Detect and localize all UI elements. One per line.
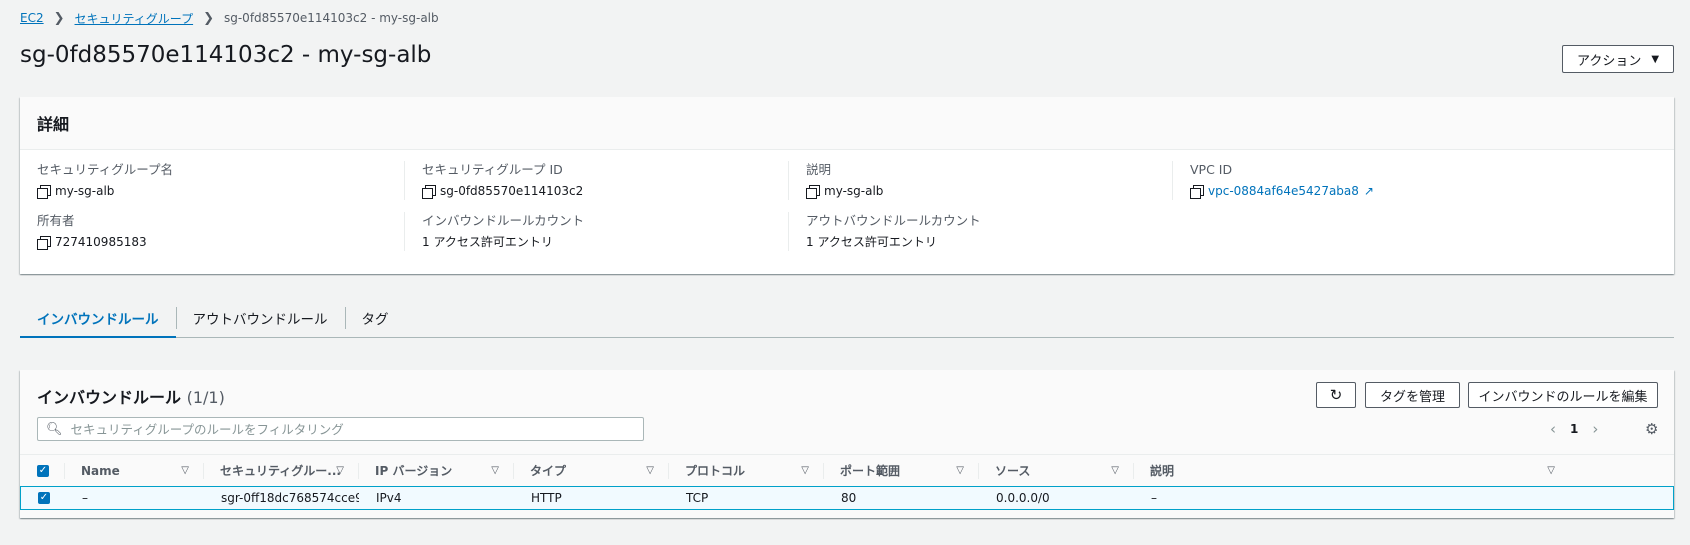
checkbox-checked-icon[interactable]: ✓	[37, 464, 49, 477]
details-header: 詳細	[20, 97, 1674, 150]
column-header-label: ソース	[995, 464, 1031, 478]
caret-down-icon: ▼	[1651, 53, 1660, 65]
copy-icon[interactable]	[37, 235, 51, 250]
tab-inbound-rules[interactable]: インバウンドルール	[20, 298, 176, 338]
inbound-rules-panel: インバウンドルール (1/1) ↻ タグを管理 インバウンドのルールを編集 🔍︎…	[20, 370, 1674, 518]
column-header-port-range[interactable]: ポート範囲 ▽	[823, 455, 978, 487]
column-header-name[interactable]: Name ▽	[64, 455, 203, 487]
row-select-cell: ✓	[21, 487, 65, 509]
chevron-left-icon[interactable]: ‹	[1550, 420, 1556, 438]
cell-source: 0.0.0.0/0	[996, 491, 1050, 505]
breadcrumb-security-groups-link[interactable]: セキュリティグループ	[75, 10, 194, 27]
cell-type: HTTP	[531, 491, 562, 505]
column-header-label: プロトコル	[685, 464, 746, 478]
description-label: 説明	[806, 162, 832, 177]
owner-value: 727410985183	[55, 235, 147, 249]
chevron-right-icon: ❯	[203, 10, 214, 26]
details-panel: 詳細 セキュリティグループ名 my-sg-alb セキュリティグループ ID s…	[20, 97, 1674, 274]
cell-description: –	[1151, 491, 1157, 505]
breadcrumb-ec2-link[interactable]: EC2	[20, 11, 44, 25]
column-header-ip-version[interactable]: IP バージョン ▽	[358, 455, 513, 487]
column-header-label: IP バージョン	[375, 464, 453, 478]
owner-label: 所有者	[37, 213, 75, 228]
rules-filter: 🔍︎	[37, 417, 644, 441]
sg-name-value: my-sg-alb	[55, 184, 115, 198]
breadcrumb: EC2 ❯ セキュリティグループ ❯ sg-0fd85570e114103c2 …	[20, 8, 439, 28]
sg-id-field: セキュリティグループ ID sg-0fd85570e114103c2	[404, 161, 794, 200]
copy-icon[interactable]	[806, 184, 820, 199]
column-header-protocol[interactable]: プロトコル ▽	[668, 455, 823, 487]
sg-name-label: セキュリティグループ名	[37, 162, 174, 177]
cell-protocol: TCP	[686, 491, 709, 505]
copy-icon[interactable]	[37, 184, 51, 199]
outbound-count-label: アウトバウンドルールカウント	[806, 213, 981, 228]
pagination: ‹ 1 ›	[1550, 420, 1598, 438]
rules-count: (1/1)	[186, 388, 225, 407]
column-header-label: Name	[81, 463, 120, 478]
copy-icon[interactable]	[1190, 184, 1204, 199]
rules-tabs: インバウンドルール アウトバウンドルール タグ	[20, 298, 1674, 338]
select-all-cell: ✓	[20, 455, 64, 487]
chevron-right-icon[interactable]: ›	[1592, 420, 1598, 438]
sg-id-value: sg-0fd85570e114103c2	[440, 184, 584, 198]
page-title: sg-0fd85570e114103c2 - my-sg-alb	[20, 42, 432, 68]
inbound-count-label: インバウンドルールカウント	[422, 213, 585, 228]
sort-icon: ▽	[336, 465, 344, 476]
edit-inbound-rules-button[interactable]: インバウンドのルールを編集	[1468, 382, 1658, 408]
column-header-label: タイプ	[530, 464, 567, 478]
column-header-rule-id[interactable]: セキュリティグルー... ▽	[203, 455, 358, 487]
filter-input[interactable]	[70, 421, 631, 437]
column-header-label: セキュリティグルー...	[220, 464, 341, 478]
settings-icon[interactable]: ⚙︎	[1645, 420, 1658, 438]
vpc-id-link[interactable]: vpc-0884af64e5427aba8	[1208, 182, 1359, 200]
table-header: ✓ Name ▽ セキュリティグルー... ▽ IP バージョン ▽ タイプ ▽…	[20, 454, 1674, 486]
sort-icon: ▽	[956, 465, 964, 476]
inbound-count-field: インバウンドルールカウント 1 アクセス許可エントリ	[404, 212, 794, 251]
sg-id-label: セキュリティグループ ID	[422, 162, 563, 177]
cell-rule-id: sgr-0ff18dc768574cce9	[221, 491, 359, 505]
sg-name-field: セキュリティグループ名 my-sg-alb	[20, 161, 410, 200]
manage-tags-button[interactable]: タグを管理	[1365, 382, 1460, 408]
column-header-source[interactable]: ソース ▽	[978, 455, 1133, 487]
description-field: 説明 my-sg-alb	[788, 161, 1178, 200]
rules-title: インバウンドルール (1/1)	[37, 384, 225, 408]
actions-button-label: アクション	[1576, 53, 1642, 69]
copy-icon[interactable]	[422, 184, 436, 199]
refresh-icon: ↻	[1329, 386, 1343, 404]
search-icon: 🔍︎	[46, 421, 63, 437]
cell-name: –	[82, 491, 88, 505]
cell-port-range: 80	[841, 491, 857, 505]
tab-tags[interactable]: タグ	[344, 298, 406, 337]
sort-icon: ▽	[1111, 465, 1119, 476]
rules-title-text: インバウンドルール	[37, 388, 182, 407]
column-header-label: ポート範囲	[840, 464, 901, 478]
vpc-id-field: VPC ID vpc-0884af64e5427aba8 ↗	[1172, 161, 1562, 200]
outbound-count-field: アウトバウンドルールカウント 1 アクセス許可エントリ	[788, 212, 1178, 251]
page-number[interactable]: 1	[1570, 422, 1578, 436]
refresh-button[interactable]: ↻	[1316, 382, 1356, 408]
vpc-id-label: VPC ID	[1190, 162, 1233, 177]
inbound-count-value: 1 アクセス許可エントリ	[422, 235, 553, 249]
outbound-count-value: 1 アクセス許可エントリ	[806, 235, 937, 249]
column-header-type[interactable]: タイプ ▽	[513, 455, 668, 487]
column-header-description[interactable]: 説明 ▽	[1133, 455, 1569, 487]
table-row[interactable]: ✓ – sgr-0ff18dc768574cce9 IPv4 HTTP TCP …	[20, 486, 1674, 510]
sort-icon: ▽	[1547, 465, 1555, 476]
details-grid: セキュリティグループ名 my-sg-alb セキュリティグループ ID sg-0…	[20, 150, 1674, 274]
checkbox-checked-icon[interactable]: ✓	[38, 492, 50, 504]
sort-icon: ▽	[646, 465, 654, 476]
column-header-label: 説明	[1150, 464, 1175, 478]
description-value: my-sg-alb	[824, 184, 884, 198]
sort-icon: ▽	[181, 465, 189, 476]
owner-field: 所有者 727410985183	[20, 212, 410, 251]
chevron-right-icon: ❯	[53, 10, 65, 26]
sort-icon: ▽	[491, 465, 499, 476]
actions-button[interactable]: アクション ▼	[1562, 45, 1674, 73]
breadcrumb-current: sg-0fd85570e114103c2 - my-sg-alb	[223, 11, 439, 25]
sort-icon: ▽	[801, 465, 809, 476]
external-link-icon: ↗	[1363, 184, 1374, 198]
tab-outbound-rules[interactable]: アウトバウンドルール	[175, 298, 345, 337]
cell-ip-version: IPv4	[376, 491, 402, 505]
